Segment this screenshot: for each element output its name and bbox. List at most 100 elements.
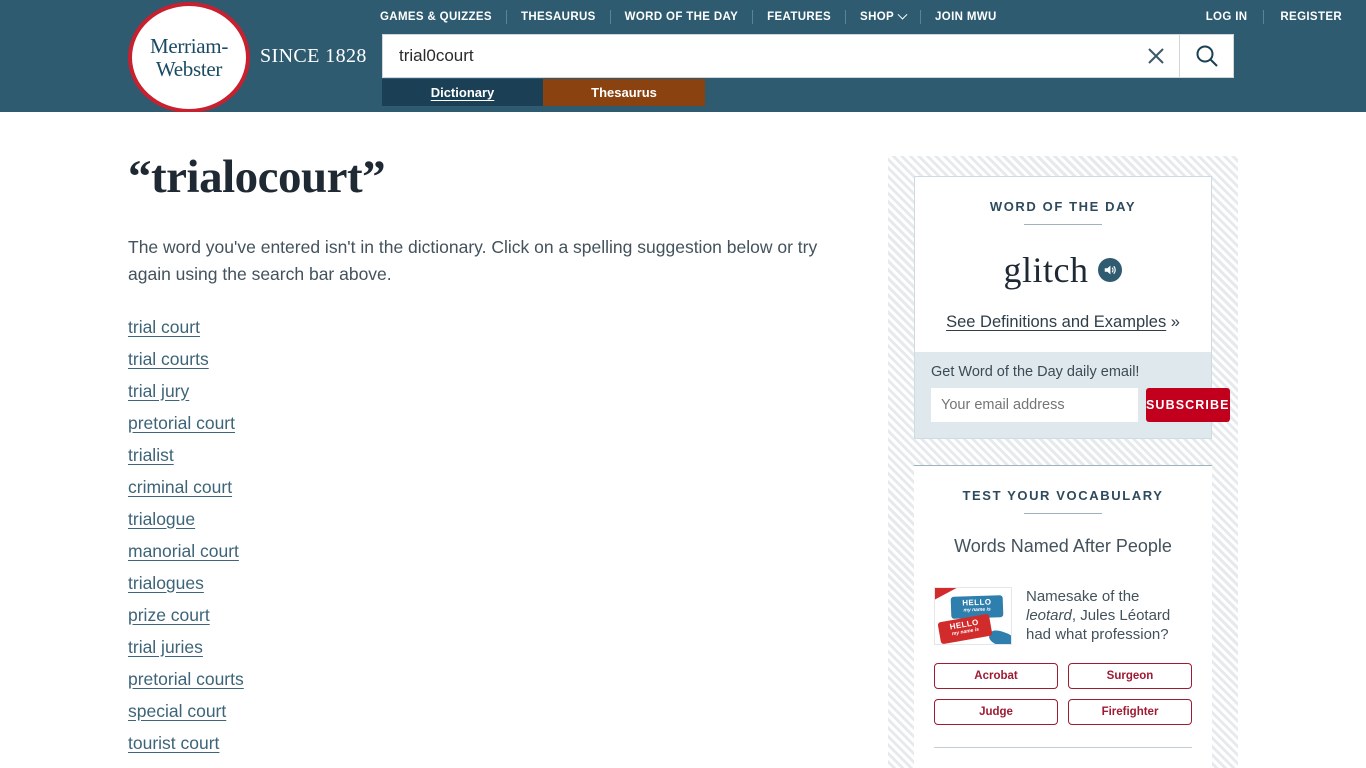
- search-scope-tabs: Dictionary Thesaurus: [382, 79, 705, 106]
- list-item: trial juries: [128, 636, 858, 659]
- see-definitions-link[interactable]: See Definitions and Examples: [946, 313, 1166, 331]
- quiz-title: Words Named After People: [954, 536, 1172, 556]
- search-icon: [1196, 45, 1218, 67]
- no-result-message: The word you've entered isn't in the dic…: [128, 236, 818, 284]
- test-your-vocabulary-card: TEST YOUR VOCABULARY Words Named After P…: [914, 466, 1212, 768]
- register-link[interactable]: REGISTER: [1264, 11, 1342, 23]
- quiz-answers: Acrobat Surgeon Judge Firefighter: [934, 663, 1192, 725]
- email-field[interactable]: [931, 388, 1138, 422]
- suggestion-link[interactable]: pretorial court: [128, 413, 235, 433]
- divider: [934, 747, 1192, 748]
- primary-nav: GAMES & QUIZZES THESAURUS WORD OF THE DA…: [380, 8, 1011, 26]
- test-your-vocabulary-kicker: TEST YOUR VOCABULARY: [962, 488, 1164, 503]
- suggestion-link[interactable]: trial court: [128, 317, 200, 337]
- logo-circle: Merriam- Webster: [128, 2, 250, 113]
- speaker-icon[interactable]: [1098, 258, 1123, 282]
- nav-label: JOIN MWU: [935, 11, 997, 23]
- tab-dictionary[interactable]: Dictionary: [382, 79, 543, 106]
- suggestion-link[interactable]: trialogues: [128, 573, 204, 593]
- suggestion-link[interactable]: trialist: [128, 445, 174, 465]
- list-item: trialogue: [128, 508, 858, 531]
- list-item: prize court: [128, 604, 858, 627]
- site-header: Merriam- Webster SINCE 1828 GAMES & QUIZ…: [0, 0, 1366, 114]
- question-italic-word: leotard: [1026, 607, 1072, 624]
- quiz-thumbnail-image[interactable]: HELLO my name is HELLO my name is: [934, 587, 1012, 645]
- since-tagline: SINCE 1828: [260, 45, 367, 67]
- search-submit-button[interactable]: [1179, 35, 1233, 77]
- subscribe-button[interactable]: SUBSCRIBE: [1146, 388, 1230, 422]
- nav-item-thesaurus[interactable]: THESAURUS: [507, 11, 610, 23]
- newsletter-label: Get Word of the Day daily email!: [931, 364, 1140, 380]
- quiz-answer-surgeon[interactable]: Surgeon: [1068, 663, 1192, 689]
- quiz-question-text: Namesake of the leotard, Jules Léotard h…: [1026, 587, 1192, 644]
- suggestion-link[interactable]: manorial court: [128, 541, 239, 561]
- list-item: manorial court: [128, 540, 858, 563]
- suggestion-link[interactable]: pretorial courts: [128, 669, 244, 689]
- word-of-the-day-link-row: See Definitions and Examples »: [935, 313, 1191, 352]
- nav-item-shop[interactable]: SHOP: [846, 9, 920, 23]
- word-of-the-day-word-row: glitch: [935, 249, 1191, 291]
- logo-line-1: Merriam-: [149, 33, 229, 58]
- site-logo[interactable]: Merriam- Webster: [128, 2, 252, 114]
- page-title: “trialocourt”: [128, 151, 386, 203]
- clear-search-button[interactable]: [1133, 35, 1179, 77]
- suggestion-link[interactable]: prize court: [128, 605, 210, 625]
- list-item: trialist: [128, 444, 858, 467]
- auth-nav: LOG IN REGISTER: [1190, 8, 1342, 26]
- spelling-suggestions-list: trial court trial courts trial jury pret…: [128, 316, 858, 768]
- word-of-the-day-kicker: WORD OF THE DAY: [989, 199, 1137, 214]
- speaker-glyph: [1105, 265, 1117, 275]
- suggestion-link[interactable]: trial jury: [128, 381, 189, 401]
- divider: [1024, 513, 1102, 514]
- list-item: trial jury: [128, 380, 858, 403]
- search-bar: [382, 34, 1234, 78]
- quiz-answer-firefighter[interactable]: Firefighter: [1068, 699, 1192, 725]
- tab-label: Thesaurus: [591, 85, 657, 100]
- logo-text: Merriam- Webster: [149, 33, 229, 81]
- close-icon: [1148, 48, 1164, 64]
- suggestion-link[interactable]: criminal court: [128, 477, 232, 497]
- list-item: pretorial court: [128, 412, 858, 435]
- main-content: “trialocourt” The word you've entered is…: [128, 151, 858, 768]
- suggestion-link[interactable]: tourist court: [128, 733, 219, 753]
- nav-label: THESAURUS: [520, 11, 596, 23]
- list-item: trial courts: [128, 348, 858, 371]
- word-of-the-day-card: WORD OF THE DAY glitch See Definitions a…: [914, 176, 1230, 439]
- nav-item-word-of-the-day[interactable]: WORD OF THE DAY: [611, 11, 752, 23]
- nav-label: FEATURES: [767, 11, 832, 23]
- suggestion-link[interactable]: trial courts: [128, 349, 209, 369]
- nametag-red: HELLO my name is: [937, 613, 993, 644]
- suggestion-link[interactable]: special court: [128, 701, 226, 721]
- login-link[interactable]: LOG IN: [1190, 11, 1264, 23]
- nav-label: WORD OF THE DAY: [624, 11, 739, 23]
- sidebar: WORD OF THE DAY glitch See Definitions a…: [888, 156, 1238, 768]
- nav-label: GAMES & QUIZZES: [380, 11, 492, 23]
- search-input[interactable]: [383, 35, 1133, 77]
- nav-item-join-mwu[interactable]: JOIN MWU: [921, 11, 1011, 23]
- nav-label: SHOP: [860, 11, 895, 23]
- quiz-answer-judge[interactable]: Judge: [934, 699, 1058, 725]
- list-item: criminal court: [128, 476, 858, 499]
- list-item: special court: [128, 700, 858, 723]
- list-item: trailer court: [128, 764, 858, 768]
- tab-label: Dictionary: [430, 85, 495, 100]
- quiz-question-row: HELLO my name is HELLO my name is Namesa…: [934, 587, 1192, 645]
- suggestion-link[interactable]: trial juries: [128, 637, 203, 657]
- suggestion-link[interactable]: trialogue: [128, 509, 195, 529]
- list-item: pretorial courts: [128, 668, 858, 691]
- newsletter-subscribe-box: Get Word of the Day daily email! SUBSCRI…: [915, 352, 1230, 438]
- chevron-down-icon: [897, 9, 908, 20]
- logo-line-2: Webster: [155, 56, 223, 81]
- nametag-myname-text: my name is: [963, 606, 991, 614]
- nav-item-games-quizzes[interactable]: GAMES & QUIZZES: [380, 11, 506, 23]
- tab-thesaurus[interactable]: Thesaurus: [543, 79, 705, 106]
- newsletter-form: SUBSCRIBE: [931, 388, 1230, 422]
- divider: [1024, 224, 1102, 225]
- page-body: “trialocourt” The word you've entered is…: [0, 112, 1366, 768]
- nav-item-features[interactable]: FEATURES: [753, 11, 845, 23]
- list-item: tourist court: [128, 732, 858, 755]
- list-item: trialogues: [128, 572, 858, 595]
- word-of-the-day-word[interactable]: glitch: [1004, 249, 1089, 291]
- quiz-answer-acrobat[interactable]: Acrobat: [934, 663, 1058, 689]
- list-item: trial court: [128, 316, 858, 339]
